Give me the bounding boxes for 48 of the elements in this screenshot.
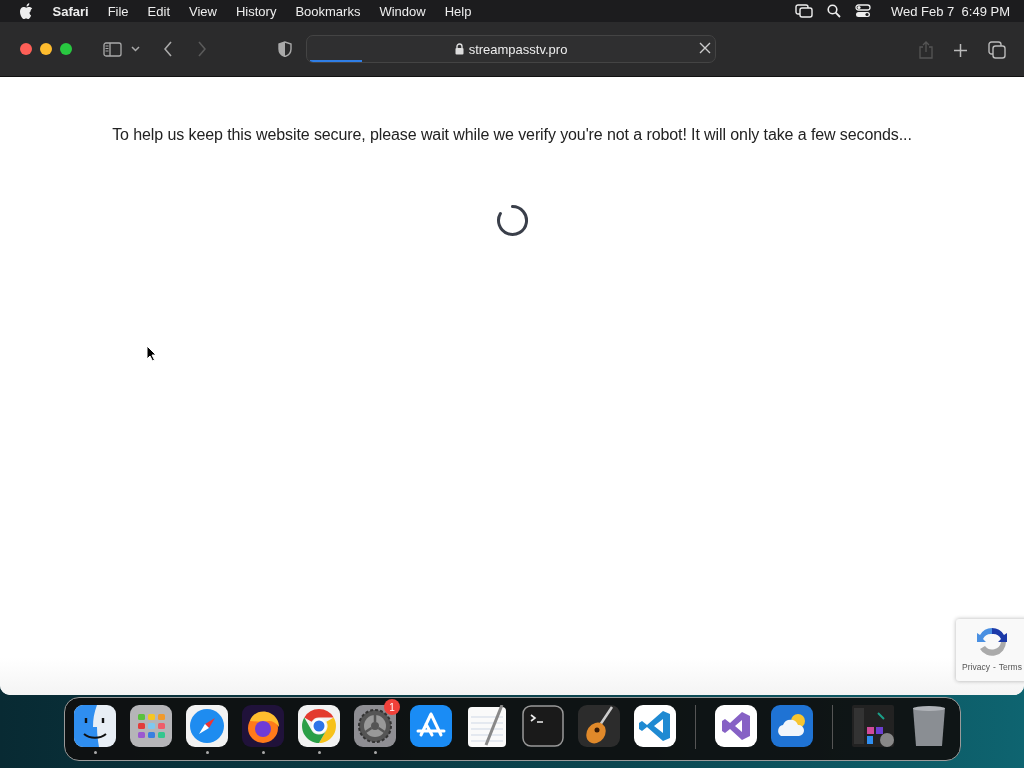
separator: - (992, 662, 996, 672)
cloud-sun-icon[interactable] (771, 705, 813, 747)
notepad-pen-icon[interactable] (466, 705, 508, 747)
notification-badge: 1 (384, 699, 400, 715)
new-tab-button[interactable] (953, 42, 968, 58)
menu-item[interactable]: Help (435, 3, 481, 19)
close-button[interactable] (20, 43, 32, 55)
menu-item[interactable]: History (226, 3, 286, 19)
circle-logo-icon[interactable] (298, 705, 340, 747)
face-icon[interactable] (74, 705, 116, 747)
recaptcha-logo-icon (975, 625, 1009, 659)
shield-icon[interactable] (278, 41, 292, 57)
menu-item[interactable]: View (179, 3, 227, 19)
clock[interactable]: Wed Feb 7 6:49 PM (885, 3, 1014, 19)
minimize-button[interactable] (40, 43, 52, 55)
apple-logo-icon[interactable] (19, 3, 33, 19)
tab-overview-button[interactable] (988, 41, 1006, 59)
address-field[interactable]: streampasstv.pro (306, 35, 716, 63)
ribbon-icon[interactable] (715, 705, 757, 747)
loading-spinner-icon (495, 204, 529, 237)
gear-icon[interactable] (354, 705, 396, 747)
search-icon[interactable] (827, 4, 841, 18)
ribbon-logo-icon[interactable] (634, 705, 676, 747)
app-grid-icon[interactable] (130, 705, 172, 747)
a-shape-icon[interactable] (410, 705, 452, 747)
terminal-icon[interactable] (522, 705, 564, 747)
zoom-button[interactable] (60, 43, 72, 55)
chevron-down-icon[interactable] (131, 46, 140, 52)
menu-item[interactable]: Edit (138, 3, 180, 19)
screen-mirroring-icon[interactable] (795, 4, 813, 18)
guitar-icon[interactable] (578, 705, 620, 747)
compass-icon[interactable] (186, 705, 228, 747)
flame-globe-icon[interactable] (242, 705, 284, 747)
clear-button[interactable] (699, 42, 711, 54)
control-center-icon[interactable] (855, 4, 871, 18)
verification-message: To help us keep this website secure, please wait while we verify you're not a robot! It will only take a few seconds... (112, 126, 912, 144)
lock-icon (454, 43, 464, 55)
menu-item[interactable]: Window (369, 3, 436, 19)
menu-item[interactable]: Bookmarks (285, 3, 370, 19)
menu-item[interactable]: File (98, 3, 139, 19)
app-menu[interactable]: Safari (43, 3, 99, 19)
footer-link[interactable]: Privacy (962, 662, 990, 672)
mouse-pointer-icon (146, 345, 157, 362)
sidebar-icon[interactable] (103, 41, 122, 57)
footer-link[interactable]: Terms (998, 662, 1022, 672)
back-button[interactable] (164, 41, 172, 57)
url-text: streampasstv.pro (468, 41, 568, 57)
window-thumbnail-icon[interactable] (852, 705, 894, 747)
